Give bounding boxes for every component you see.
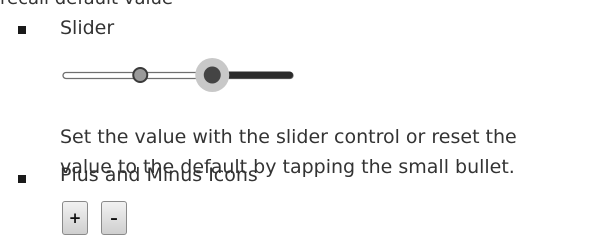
item-title-plus-minus: Plus and Minus Icons [60,164,258,186]
slider-control[interactable] [60,58,300,92]
default-value-bullet[interactable] [132,67,149,83]
plus-button[interactable]: + [62,201,88,235]
list-bullet [18,26,26,34]
slider-knob[interactable] [203,66,221,84]
plus-icon: + [68,209,82,227]
item-title-slider: Slider [60,17,115,39]
minus-button[interactable]: – [101,201,127,235]
top-cut-off-text: recall default value [0,0,173,9]
minus-icon: – [110,209,118,227]
list-bullet [18,175,26,183]
description-line: Set the value with the slider control or… [60,126,517,148]
